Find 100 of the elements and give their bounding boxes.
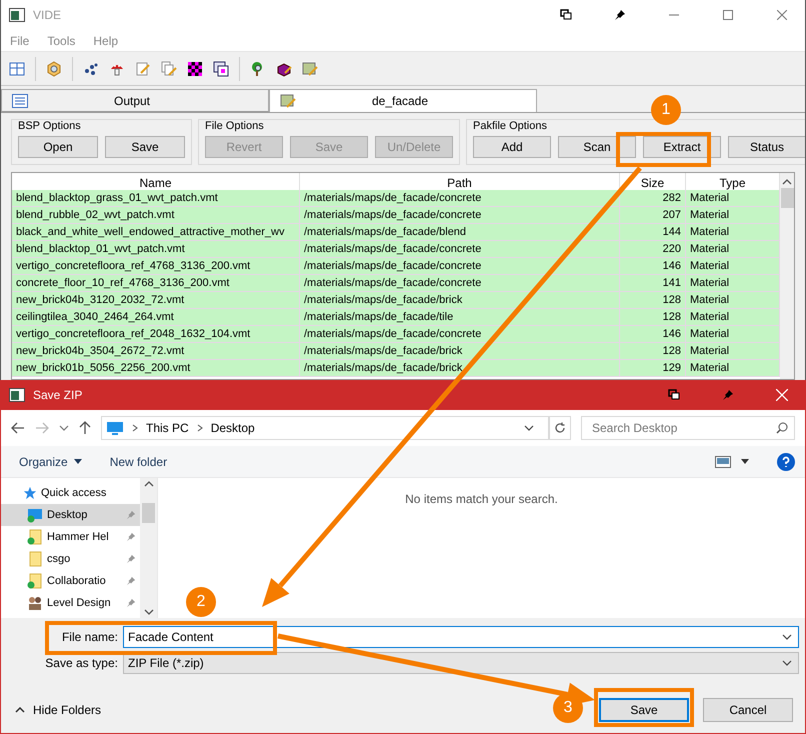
nav-item[interactable]: csgo bbox=[1, 548, 140, 570]
table-cell: ceilingtilea_3040_2464_264.vmt bbox=[12, 309, 300, 326]
star-icon bbox=[23, 486, 37, 500]
table-cell: 220 bbox=[620, 241, 686, 258]
search-field[interactable]: Search Desktop bbox=[590, 418, 776, 438]
table-cell: 141 bbox=[620, 275, 686, 292]
window-title: VIDE bbox=[33, 8, 62, 22]
scroll-down-icon[interactable] bbox=[144, 608, 154, 616]
list-icon bbox=[12, 94, 28, 108]
nav-item[interactable]: Desktop bbox=[1, 504, 140, 526]
table-cell: 128 bbox=[620, 343, 686, 360]
table-cell: Material bbox=[686, 326, 780, 343]
tab[interactable]: de_facade bbox=[269, 89, 537, 112]
chevron-down-icon[interactable] bbox=[782, 660, 792, 666]
button[interactable]: Add bbox=[473, 136, 551, 158]
table-cell: 129 bbox=[620, 360, 686, 377]
snap-icon[interactable] bbox=[560, 9, 572, 21]
pages-pencil-icon[interactable] bbox=[161, 60, 177, 76]
nav-item[interactable]: Level Design bbox=[1, 592, 140, 614]
file-name-field[interactable]: Facade Content bbox=[123, 626, 799, 648]
dialog-button[interactable]: Save bbox=[599, 698, 689, 722]
table-cell: 128 bbox=[620, 292, 686, 309]
menu-item[interactable]: Help bbox=[93, 34, 118, 48]
map-pencil-icon[interactable] bbox=[302, 60, 318, 76]
search-icon bbox=[776, 422, 788, 434]
help-icon[interactable] bbox=[777, 452, 795, 470]
scroll-up-icon[interactable] bbox=[782, 178, 792, 186]
table-cell: blend_rubble_02_wvt_patch.vmt bbox=[12, 207, 300, 224]
view-icon[interactable] bbox=[715, 456, 731, 468]
table-cell: /materials/maps/de_facade/brick bbox=[300, 360, 620, 377]
synced-folder-icon bbox=[27, 529, 43, 545]
button[interactable]: Open bbox=[18, 136, 98, 158]
caret-up-icon bbox=[15, 707, 25, 713]
file-type-dropdown[interactable]: ZIP File (*.zip) bbox=[123, 652, 799, 674]
group-title: Pakfile Options bbox=[473, 120, 548, 133]
address-bar[interactable]: This PC Desktop bbox=[101, 416, 549, 440]
table-cell: /materials/maps/de_facade/concrete bbox=[300, 241, 620, 258]
monitor-icon bbox=[106, 421, 124, 435]
up-arrow-icon[interactable] bbox=[79, 421, 91, 435]
map-pencil-icon bbox=[280, 93, 296, 109]
table-cell: blend_blacktop_grass_01_wvt_patch.vmt bbox=[12, 190, 300, 207]
chevron-down-icon[interactable] bbox=[782, 634, 792, 640]
table-cell: Material bbox=[686, 224, 780, 241]
table-cell: Material bbox=[686, 190, 780, 207]
refresh-button[interactable] bbox=[549, 416, 571, 440]
dots-icon[interactable] bbox=[83, 60, 99, 76]
magnifier-icon[interactable] bbox=[46, 60, 62, 76]
button[interactable]: Status bbox=[728, 136, 805, 158]
windows-icon[interactable] bbox=[213, 60, 229, 76]
chevron-right-icon bbox=[196, 424, 203, 432]
tab[interactable]: Output bbox=[1, 89, 269, 112]
nav-item[interactable]: Hammer Hel bbox=[1, 526, 140, 548]
table-cell: blend_blacktop_01_wvt_patch.vmt bbox=[12, 241, 300, 258]
chevron-down-icon[interactable] bbox=[524, 425, 534, 431]
table-cell: Material bbox=[686, 360, 780, 377]
snap-icon[interactable] bbox=[668, 389, 680, 401]
note-pencil-icon[interactable] bbox=[135, 60, 151, 76]
nav-item[interactable]: Quick access bbox=[1, 482, 140, 504]
group-title: BSP Options bbox=[18, 120, 82, 133]
table-cell: 146 bbox=[620, 326, 686, 343]
search-box[interactable]: Search Desktop bbox=[581, 416, 795, 440]
table-cell: black_and_white_well_endowed_attractive_mother_wv bbox=[12, 224, 300, 241]
scroll-thumb[interactable] bbox=[142, 503, 155, 523]
table-cell: 282 bbox=[620, 190, 686, 207]
table-cell: concrete_floor_10_ref_4768_3136_200.vmt bbox=[12, 275, 300, 292]
back-arrow-icon[interactable] bbox=[11, 422, 25, 434]
close-icon[interactable] bbox=[777, 10, 787, 20]
dropdown-icon[interactable] bbox=[741, 459, 749, 464]
app-icon bbox=[9, 388, 25, 402]
scroll-up-icon[interactable] bbox=[144, 480, 154, 488]
new-folder-button[interactable]: New folder bbox=[110, 454, 168, 468]
table-cell: /materials/maps/de_facade/concrete bbox=[300, 190, 620, 207]
table-cell: /materials/maps/de_facade/concrete bbox=[300, 326, 620, 343]
maximize-icon[interactable] bbox=[723, 10, 733, 20]
menu-item[interactable]: File bbox=[10, 34, 30, 48]
field-label: Save as type: bbox=[44, 656, 119, 670]
chevron-right-icon bbox=[132, 424, 138, 432]
menu-item[interactable]: Tools bbox=[47, 34, 76, 48]
button[interactable]: Scan bbox=[558, 136, 636, 158]
table-cell: /materials/maps/de_facade/blend bbox=[300, 224, 620, 241]
nav-item[interactable]: Collaboratio bbox=[1, 570, 140, 592]
app-icon bbox=[9, 8, 25, 22]
table-cell: vertigo_concretefloora_ref_2048_1632_104.vmt bbox=[12, 326, 300, 343]
recent-chevron-icon[interactable] bbox=[59, 425, 69, 431]
table-cell: new_brick04b_3120_2032_72.vmt bbox=[12, 292, 300, 309]
table-cell: /materials/maps/de_facade/concrete bbox=[300, 258, 620, 275]
table-cell: vertigo_concretefloora_ref_4768_3136_200.vmt bbox=[12, 258, 300, 275]
table-cell: /materials/maps/de_facade/concrete bbox=[300, 207, 620, 224]
pin-icon[interactable] bbox=[614, 9, 626, 21]
button[interactable]: Save bbox=[105, 136, 185, 158]
scroll-thumb[interactable] bbox=[780, 188, 794, 208]
table-cell: /materials/maps/de_facade/tile bbox=[300, 309, 620, 326]
synced-monitor-icon bbox=[27, 507, 43, 523]
checker-icon[interactable] bbox=[187, 60, 203, 76]
dialog-button[interactable]: Cancel bbox=[703, 698, 793, 722]
button[interactable]: Extract bbox=[643, 136, 721, 158]
organize-menu[interactable]: Organize bbox=[19, 454, 82, 468]
hide-folders-button[interactable]: Hide Folders bbox=[15, 703, 102, 717]
cube-pencil-icon[interactable] bbox=[276, 60, 292, 76]
grid-icon[interactable] bbox=[9, 60, 25, 76]
